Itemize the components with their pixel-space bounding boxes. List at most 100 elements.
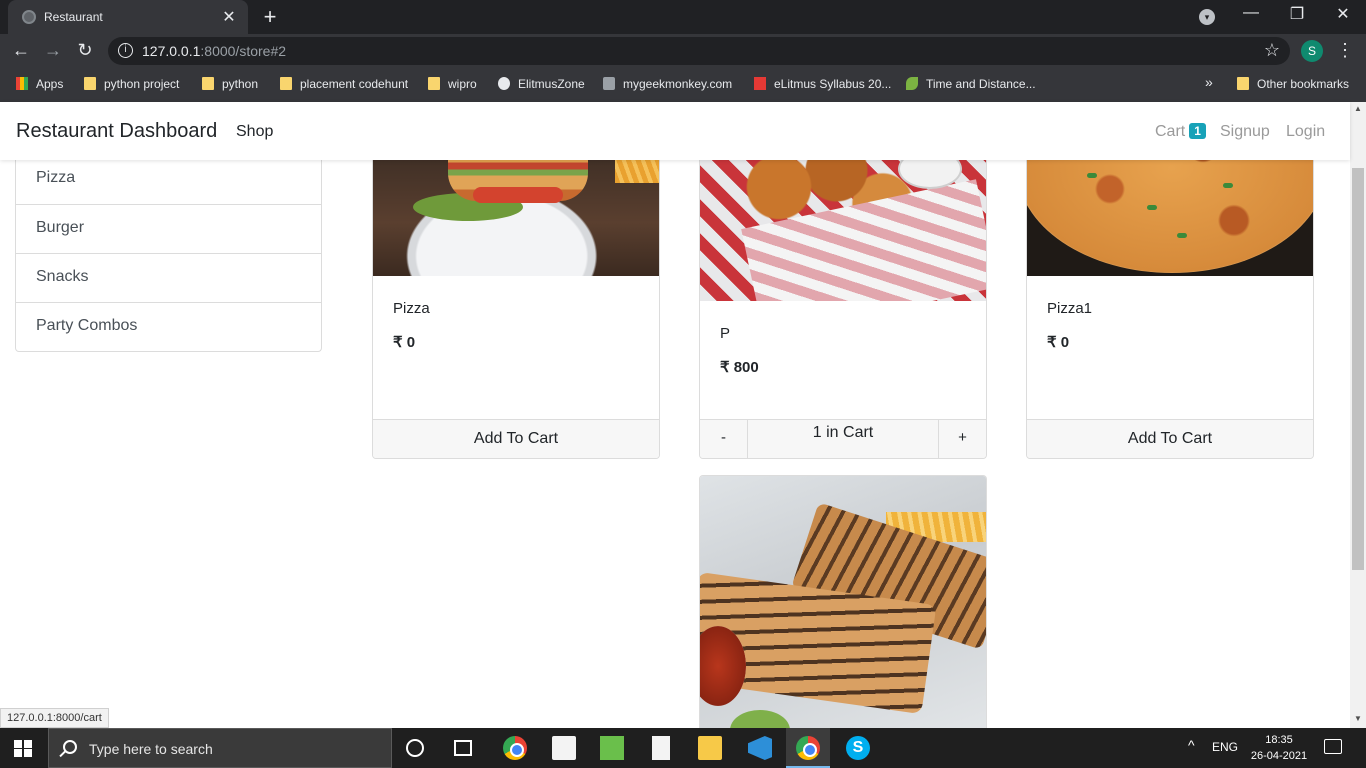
folder-icon xyxy=(202,77,214,90)
pizza-shape xyxy=(1027,143,1313,273)
bookmark-label: eLitmus Syllabus 20... xyxy=(774,77,892,91)
bookmark-other[interactable]: Other bookmarks xyxy=(1237,77,1349,91)
nav-shop-link[interactable]: Shop xyxy=(236,123,273,141)
sandwich-photo xyxy=(700,476,986,728)
bookmark-wipro[interactable]: wipro xyxy=(428,77,477,91)
bookmark-label: python xyxy=(222,77,259,91)
decrease-quantity-button[interactable]: - xyxy=(700,420,748,458)
page-scrollbar[interactable]: ▲ ▼ xyxy=(1350,102,1366,728)
card-footer: Add To Cart xyxy=(373,419,659,458)
tab-title: Restaurant xyxy=(44,10,103,24)
cortana-icon[interactable] xyxy=(406,739,424,757)
back-arrow-icon[interactable]: ← xyxy=(10,40,32,61)
bookmark-label: Other bookmarks xyxy=(1257,77,1350,91)
increase-quantity-button[interactable]: + xyxy=(938,420,986,458)
scrollbar-thumb[interactable] xyxy=(1352,168,1364,570)
bookmark-label: Time and Distance... xyxy=(926,77,1036,91)
leaf-icon xyxy=(906,77,918,90)
bookmarks-bar: Apps python project python placement cod… xyxy=(0,68,1366,102)
nav-login-link[interactable]: Login xyxy=(1286,123,1325,141)
bookmarks-overflow-icon[interactable]: » xyxy=(1205,74,1213,90)
profile-avatar[interactable]: S xyxy=(1301,40,1323,62)
store-icon[interactable] xyxy=(552,736,576,760)
pizza-photo xyxy=(1027,143,1313,276)
bookmark-label: python project xyxy=(104,77,180,91)
folder-icon xyxy=(280,77,292,90)
page-viewport: Pizza Burger Snacks Party Combos Pizza ₹… xyxy=(0,102,1350,728)
chrome-icon[interactable] xyxy=(503,736,527,760)
apps-icon xyxy=(16,77,28,90)
file-icon[interactable] xyxy=(652,736,670,760)
product-card xyxy=(699,475,987,728)
taskbar-search-box[interactable]: Type here to search xyxy=(48,728,392,768)
card-footer: Add To Cart xyxy=(1027,419,1313,458)
forward-arrow-icon[interactable]: → xyxy=(42,40,64,61)
globe-icon xyxy=(22,10,36,24)
minimize-icon[interactable]: — xyxy=(1236,4,1266,22)
site-info-icon[interactable]: i xyxy=(118,43,133,58)
pepper-shape xyxy=(1147,205,1157,210)
url-text[interactable]: 127.0.0.1:8000/store#2 xyxy=(142,43,286,59)
vscode-icon[interactable] xyxy=(748,736,772,760)
tray-chevron-icon[interactable]: ^ xyxy=(1188,737,1195,753)
card-body: Pizza1 ₹ 0 xyxy=(1027,276,1313,351)
product-card: Pizza1 ₹ 0 Add To Cart xyxy=(1026,142,1314,459)
tab-search-icon[interactable]: ▾ xyxy=(1199,9,1215,25)
taskbar-clock[interactable]: 18:35 26-04-2021 xyxy=(1250,732,1308,764)
address-bar[interactable]: i 127.0.0.1:8000/store#2 ☆ xyxy=(108,37,1290,65)
nav-signup-link[interactable]: Signup xyxy=(1220,123,1270,141)
close-window-icon[interactable]: ✕ xyxy=(1328,4,1358,24)
bookmark-label: placement codehunt xyxy=(300,77,409,91)
bookmark-mygeekmonkey[interactable]: mygeekmonkey.com xyxy=(603,77,732,91)
url-host: 127.0.0.1 xyxy=(142,43,201,59)
tomato-shape xyxy=(473,187,563,203)
menu-kebab-icon[interactable]: ⋮ xyxy=(1336,40,1354,61)
product-price: ₹ 800 xyxy=(720,359,759,376)
product-price: ₹ 0 xyxy=(393,334,416,351)
bookmark-elitmuszone[interactable]: ElitmusZone xyxy=(498,77,585,91)
category-item[interactable]: Snacks xyxy=(16,253,321,302)
scroll-down-icon[interactable]: ▼ xyxy=(1350,712,1366,726)
bookmark-apps[interactable]: Apps xyxy=(16,77,63,91)
pepper-shape xyxy=(1223,183,1233,188)
file-explorer-icon[interactable] xyxy=(698,736,722,760)
bookmark-python[interactable]: python xyxy=(202,77,258,91)
language-indicator[interactable]: ENG xyxy=(1212,740,1238,754)
close-tab-icon[interactable]: ✕ xyxy=(220,7,238,27)
card-body: Pizza ₹ 0 xyxy=(373,276,659,351)
browser-tab[interactable]: Restaurant ✕ xyxy=(8,0,248,34)
reload-icon[interactable]: ↻ xyxy=(74,40,96,61)
restore-icon[interactable]: ❐ xyxy=(1282,4,1312,24)
add-to-cart-button[interactable]: Add To Cart xyxy=(1027,420,1313,458)
product-name: P xyxy=(720,325,731,342)
link-status-tooltip: 127.0.0.1:8000/cart xyxy=(0,708,109,728)
scroll-up-icon[interactable]: ▲ xyxy=(1350,102,1366,116)
site-navbar: Restaurant Dashboard Shop Cart 1 Signup L… xyxy=(0,102,1350,160)
category-item[interactable]: Party Combos xyxy=(16,302,321,351)
bookmark-star-icon[interactable]: ☆ xyxy=(1264,40,1280,61)
folder-icon xyxy=(428,77,440,90)
task-view-icon[interactable] xyxy=(454,740,472,756)
bookmark-placement-codehunt[interactable]: placement codehunt xyxy=(280,77,408,91)
notification-icon[interactable] xyxy=(1324,739,1342,754)
pepper-shape xyxy=(1177,233,1187,238)
bookmark-elitmus-syllabus[interactable]: eLitmus Syllabus 20... xyxy=(754,77,891,91)
elitmus-icon xyxy=(754,77,766,90)
card-footer: - 1 in Cart + xyxy=(700,419,986,458)
bookmark-python-project[interactable]: python project xyxy=(84,77,179,91)
category-item[interactable]: Pizza xyxy=(16,155,321,204)
bookmark-time-distance[interactable]: Time and Distance... xyxy=(906,77,1036,91)
globe-icon xyxy=(498,77,510,90)
folder-icon xyxy=(1237,77,1249,90)
new-tab-button[interactable]: + xyxy=(258,4,282,30)
active-chrome-taskbar-item[interactable] xyxy=(786,728,830,768)
burger-photo xyxy=(373,143,659,276)
nav-cart-link[interactable]: Cart 1 xyxy=(1155,123,1206,141)
spreadsheet-icon[interactable] xyxy=(600,736,624,760)
skype-icon[interactable]: S xyxy=(846,736,870,760)
add-to-cart-button[interactable]: Add To Cart xyxy=(373,420,659,458)
brand-title[interactable]: Restaurant Dashboard xyxy=(16,120,217,143)
category-item[interactable]: Burger xyxy=(16,204,321,253)
windows-start-icon[interactable] xyxy=(14,740,32,757)
url-path: :8000/store#2 xyxy=(200,43,287,59)
